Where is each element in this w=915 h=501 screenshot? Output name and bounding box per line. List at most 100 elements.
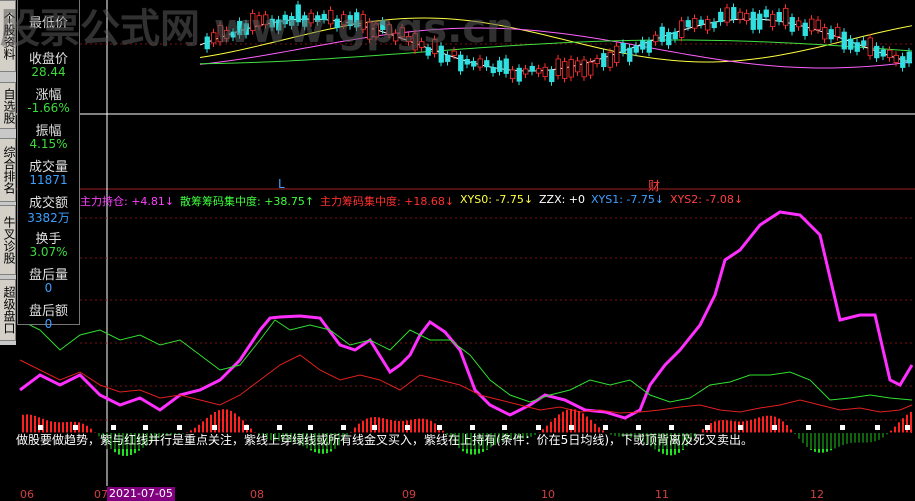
side-tab-4[interactable]: 超级盘口 xyxy=(0,279,16,341)
marker-l: L xyxy=(278,177,285,191)
candle-body xyxy=(841,31,847,50)
candle-body xyxy=(750,11,756,30)
candle-body xyxy=(562,61,568,79)
histogram-bar xyxy=(226,409,228,433)
date-tick: 10 xyxy=(541,488,555,501)
candle-body xyxy=(770,13,776,27)
histogram-bar xyxy=(906,414,908,433)
histogram-bar xyxy=(762,416,764,433)
chart-canvas[interactable]: 29.95 xyxy=(0,0,915,501)
candle-body xyxy=(893,54,899,63)
candle-body xyxy=(640,40,646,50)
signal-marker xyxy=(603,425,608,430)
candle-body xyxy=(672,31,678,40)
candle-body xyxy=(568,59,574,78)
histogram-bar xyxy=(378,417,380,433)
candle-body xyxy=(510,69,516,80)
date-tick: 08 xyxy=(250,488,264,501)
signal-marker xyxy=(905,425,910,430)
histogram-bar xyxy=(238,416,240,433)
histogram-bar xyxy=(234,413,236,433)
info-value: 0 xyxy=(44,281,53,295)
signal-marker xyxy=(875,425,880,430)
side-tab-1[interactable]: 自选股 xyxy=(0,82,16,129)
legend-item: XYS2: -7.08↓ xyxy=(670,193,744,206)
date-tick: 06 xyxy=(20,488,34,501)
candle-body xyxy=(464,59,470,65)
histogram-bar xyxy=(578,410,580,433)
candle-body xyxy=(536,68,542,74)
histogram-bar xyxy=(574,409,576,433)
candle-body xyxy=(815,19,821,31)
candle-body xyxy=(679,20,685,38)
signal-marker xyxy=(405,425,410,430)
histogram-bar xyxy=(218,410,220,433)
legend-item: ZZX: +0 xyxy=(539,193,586,206)
signal-marker xyxy=(177,425,182,430)
histogram-bar xyxy=(370,417,372,433)
chart-stage[interactable]: 29.95 xyxy=(0,0,915,501)
info-value: -1.66% xyxy=(27,101,70,115)
signal-marker xyxy=(111,425,116,430)
candle-body xyxy=(789,17,795,32)
candle-body xyxy=(503,58,509,74)
info-value: 4.15% xyxy=(29,137,68,151)
candle-body xyxy=(516,67,522,82)
candle-body xyxy=(776,11,782,22)
signal-marker xyxy=(536,425,541,430)
signal-marker xyxy=(738,425,743,430)
candle-body xyxy=(555,58,561,76)
histogram-bar xyxy=(558,414,560,433)
legend-item: 散筹筹码集中度: +38.75↑ xyxy=(180,195,315,208)
histogram-bar xyxy=(766,415,768,433)
candle-body xyxy=(614,45,620,63)
info-value: 28.44 xyxy=(31,65,66,79)
side-tab-3[interactable]: 牛叉诊股 xyxy=(0,205,16,275)
histogram-bar xyxy=(366,418,368,433)
info-value: 11871 xyxy=(29,173,68,187)
candle-body xyxy=(575,60,581,73)
signal-marker xyxy=(244,425,249,430)
candle-body xyxy=(744,12,750,22)
signal-marker xyxy=(277,425,282,430)
candle-body xyxy=(497,60,503,72)
signal-marker xyxy=(705,425,710,430)
candle-body xyxy=(685,20,691,28)
histogram-bar xyxy=(30,414,32,433)
candle-body xyxy=(653,34,659,43)
candle-body xyxy=(809,18,815,32)
candle-body xyxy=(763,9,769,18)
candle-body xyxy=(874,45,880,59)
signal-marker xyxy=(308,425,313,430)
candle-body xyxy=(711,21,717,29)
legend-item: 主力持仓: +4.81↓ xyxy=(80,195,175,208)
histogram-bar xyxy=(770,415,772,433)
histogram-bar xyxy=(382,418,384,433)
candle-body xyxy=(724,7,730,23)
side-tab-2[interactable]: 综合排名 xyxy=(0,138,16,202)
candle-body xyxy=(731,7,737,20)
signal-marker xyxy=(341,425,346,430)
candle-body xyxy=(705,19,711,31)
histogram-bar xyxy=(22,414,24,433)
signal-marker xyxy=(669,425,674,430)
candle-body xyxy=(490,67,496,74)
histogram-bar xyxy=(902,418,904,433)
candle-body xyxy=(887,49,893,59)
signal-marker xyxy=(569,425,574,430)
histogram-bar xyxy=(230,410,232,433)
histogram-bar xyxy=(210,414,212,433)
candle-body xyxy=(529,65,535,72)
main-holding-line xyxy=(19,210,914,420)
signal-marker xyxy=(143,425,148,430)
candle-body xyxy=(607,51,613,68)
signal-marker xyxy=(470,425,475,430)
candle-body xyxy=(627,47,633,62)
histogram-bar xyxy=(422,418,424,433)
info-value: 3382万 xyxy=(27,211,70,225)
signal-marker xyxy=(38,425,43,430)
retail-concentration-line xyxy=(19,319,913,403)
candle-body xyxy=(549,69,555,83)
signal-marker xyxy=(772,425,777,430)
candle-body xyxy=(854,42,860,52)
